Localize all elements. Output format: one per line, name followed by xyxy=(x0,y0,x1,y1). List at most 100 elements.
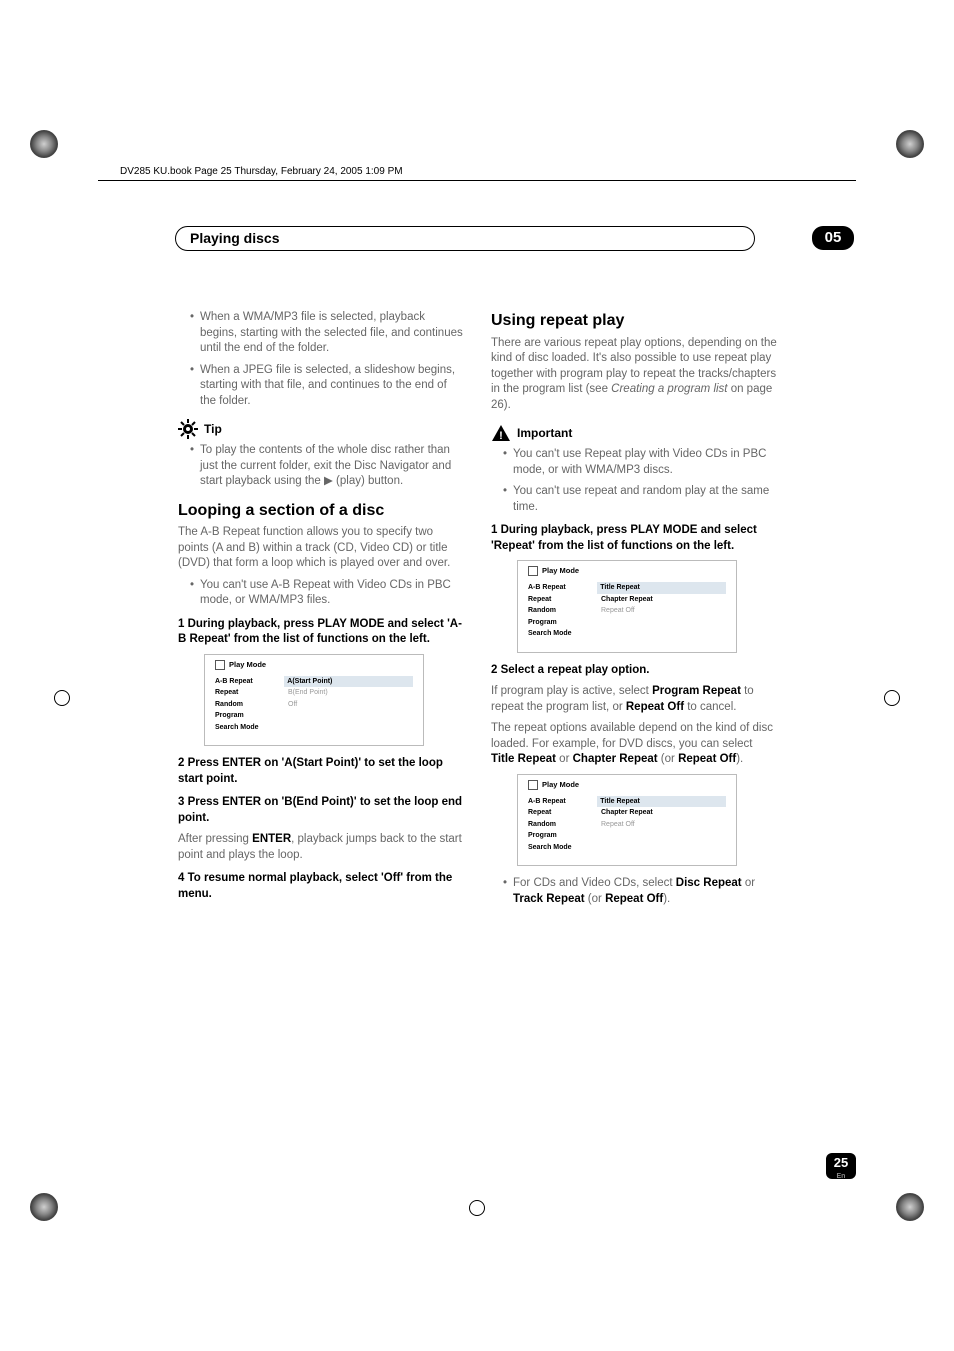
bold: Title Repeat xyxy=(491,753,556,765)
left-step-2: 2 Press ENTER on 'A(Start Point)' to set… xyxy=(178,756,465,787)
registration-mark-tr xyxy=(896,130,924,158)
right-step-1: 1 During playback, press PLAY MODE and s… xyxy=(491,523,778,554)
left-column: When a WMA/MP3 file is selected, playbac… xyxy=(178,310,465,913)
right-column: Using repeat play There are various repe… xyxy=(491,310,778,913)
bold: Repeat Off xyxy=(626,701,684,713)
osd-right: Repeat Off xyxy=(598,605,638,616)
svg-text:!: ! xyxy=(499,430,503,442)
important-bullet: You can't use repeat and random play at … xyxy=(503,484,778,515)
osd-right: B(End Point) xyxy=(285,687,331,698)
book-header-line: DV285 KU.book Page 25 Thursday, February… xyxy=(120,166,403,177)
looping-heading: Looping a section of a disc xyxy=(178,500,465,522)
enter-key: ENTER xyxy=(252,833,291,845)
important-bullet: You can't use Repeat play with Video CDs… xyxy=(503,447,778,478)
osd-title-text: Play Mode xyxy=(229,660,266,670)
registration-mark-br xyxy=(896,1193,924,1221)
play-mode-osd-repeat-1: Play Mode A-B RepeatTitle Repeat RepeatC… xyxy=(517,560,737,652)
text: After pressing xyxy=(178,833,252,845)
osd-right: Repeat Off xyxy=(598,819,638,830)
osd-right: Chapter Repeat xyxy=(598,594,656,605)
left-step-1: 1 During playback, press PLAY MODE and s… xyxy=(178,617,465,648)
bold: Chapter Repeat xyxy=(573,753,658,765)
text: or xyxy=(742,877,755,889)
registration-mark-bl xyxy=(30,1193,58,1221)
osd-title: Play Mode xyxy=(528,566,726,576)
text: (or xyxy=(658,753,678,765)
intro-bullet: When a JPEG file is selected, a slidesho… xyxy=(190,363,465,410)
osd-left: A-B Repeat xyxy=(215,676,284,687)
left-step-4: 4 To resume normal playback, select 'Off… xyxy=(178,871,465,902)
important-heading: ! Important xyxy=(491,423,778,443)
osd-left: Program xyxy=(528,830,598,841)
cd-bullet: For CDs and Video CDs, select Disc Repea… xyxy=(503,876,778,907)
right-step-2: 2 Select a repeat play option. xyxy=(491,663,778,679)
text: or xyxy=(556,753,573,765)
osd-left: Random xyxy=(528,605,598,616)
side-crosshair-left xyxy=(54,690,70,706)
text: If program play is active, select xyxy=(491,685,652,697)
bold: Repeat Off xyxy=(605,893,663,905)
osd-right: Off xyxy=(285,699,300,710)
play-mode-icon xyxy=(215,660,225,670)
tip-bullet: To play the contents of the whole disc r… xyxy=(190,443,465,490)
osd-left: Repeat xyxy=(528,594,598,605)
osd-right xyxy=(285,710,291,721)
play-mode-icon xyxy=(528,566,538,576)
text: (or xyxy=(585,893,605,905)
osd-right: A(Start Point) xyxy=(284,676,413,687)
osd-left: A-B Repeat xyxy=(528,582,597,593)
right-step-2-body: If program play is active, select Progra… xyxy=(491,684,778,715)
page-lang: En xyxy=(826,1173,856,1180)
repeat-intro: There are various repeat play options, d… xyxy=(491,336,778,414)
text: ). xyxy=(663,893,670,905)
osd-left: A-B Repeat xyxy=(528,796,597,807)
side-crosshair-right xyxy=(884,690,900,706)
play-mode-osd-repeat-2: Play Mode A-B RepeatTitle Repeat RepeatC… xyxy=(517,774,737,866)
osd-left: Random xyxy=(528,819,598,830)
looping-note: You can't use A-B Repeat with Video CDs … xyxy=(190,578,465,609)
text: The repeat options available depend on t… xyxy=(491,722,773,750)
osd-title: Play Mode xyxy=(215,660,413,670)
chapter-bar: Playing discs 05 xyxy=(175,226,854,252)
page-number: 25 xyxy=(834,1155,848,1170)
osd-left: Program xyxy=(528,617,598,628)
content-columns: When a WMA/MP3 file is selected, playbac… xyxy=(178,310,778,913)
osd-right: Title Repeat xyxy=(597,582,726,593)
bold: Disc Repeat xyxy=(676,877,742,889)
text: ). xyxy=(736,753,743,765)
osd-left: Repeat xyxy=(528,807,598,818)
page-number-badge: 25 En xyxy=(826,1153,856,1179)
right-para-2: The repeat options available depend on t… xyxy=(491,721,778,768)
warning-icon: ! xyxy=(491,423,511,443)
xref-italic: Creating a program list xyxy=(611,383,727,395)
text: to cancel. xyxy=(684,701,736,713)
osd-left: Repeat xyxy=(215,687,285,698)
play-mode-icon xyxy=(528,780,538,790)
osd-title-text: Play Mode xyxy=(542,780,579,790)
osd-left: Random xyxy=(215,699,285,710)
intro-bullet: When a WMA/MP3 file is selected, playbac… xyxy=(190,310,465,357)
text: For CDs and Video CDs, select xyxy=(513,877,676,889)
osd-title: Play Mode xyxy=(528,780,726,790)
play-mode-osd-ab: Play Mode A-B RepeatA(Start Point) Repea… xyxy=(204,654,424,746)
osd-left: Search Mode xyxy=(528,842,598,853)
tip-cog-icon xyxy=(178,419,198,439)
osd-left: Search Mode xyxy=(215,722,285,733)
tip-heading: Tip xyxy=(178,419,465,439)
important-label: Important xyxy=(517,425,572,441)
left-step-3: 3 Press ENTER on 'B(End Point)' to set t… xyxy=(178,795,465,826)
chapter-number-badge: 05 xyxy=(812,226,854,250)
looping-intro: The A-B Repeat function allows you to sp… xyxy=(178,525,465,572)
bold: Program Repeat xyxy=(652,685,741,697)
bold: Track Repeat xyxy=(513,893,585,905)
bottom-crosshair xyxy=(469,1200,485,1216)
chapter-title: Playing discs xyxy=(175,226,755,251)
registration-mark-tl xyxy=(30,130,58,158)
osd-left: Program xyxy=(215,710,285,721)
bold: Repeat Off xyxy=(678,753,736,765)
osd-left: Search Mode xyxy=(528,628,598,639)
osd-right xyxy=(285,722,291,733)
repeat-heading: Using repeat play xyxy=(491,310,778,332)
left-step-3-after: After pressing ENTER, playback jumps bac… xyxy=(178,832,465,863)
osd-right: Title Repeat xyxy=(597,796,726,807)
